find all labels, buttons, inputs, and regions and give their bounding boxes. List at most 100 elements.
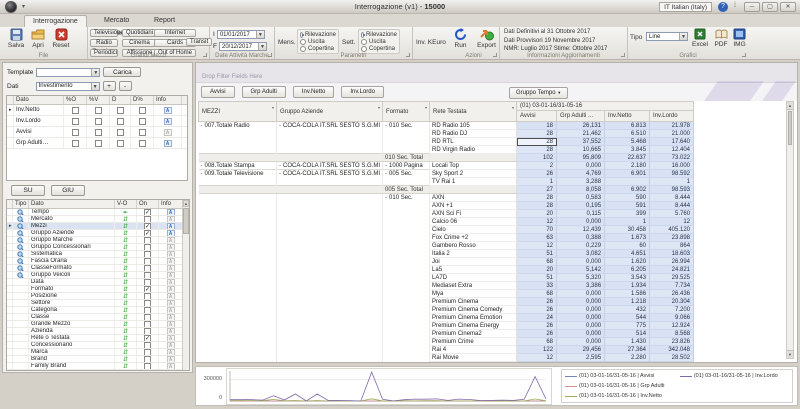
checkbox[interactable] (95, 118, 102, 125)
table-row[interactable]: Inv.LordoA (7, 116, 187, 127)
info-icon[interactable]: A (167, 293, 175, 299)
cell-avvisi[interactable]: 20 (517, 210, 557, 218)
list-item-gruppo-concessionari[interactable]: Gruppo Concessionari⇵A (7, 244, 189, 251)
info-icon[interactable]: A (164, 118, 172, 125)
chevron-down-icon[interactable]: ▾ (512, 105, 514, 110)
date-start-input[interactable]: 01/01/2017▼ (217, 30, 265, 39)
remove-dato-button[interactable]: - (119, 81, 132, 91)
checkbox[interactable] (117, 107, 124, 114)
cell-grp-adulti[interactable]: 0,000 (557, 338, 605, 346)
cell-avvisi[interactable]: 12 (517, 218, 557, 226)
collapse-icon[interactable]: - (201, 123, 203, 129)
cell-grp-adulti[interactable]: 8,058 (557, 186, 605, 194)
table-row[interactable]: Premium Cinema Emotion240,0005449.066 (199, 314, 694, 322)
info-icon[interactable]: A (167, 230, 175, 236)
cell-avvisi[interactable]: 20 (517, 266, 557, 274)
checkbox[interactable] (144, 293, 151, 299)
cell-avvisi[interactable]: 26 (517, 306, 557, 314)
cell-grp-adulti[interactable]: 95,809 (557, 154, 605, 162)
cell-inv-netto[interactable]: 1 (605, 218, 650, 226)
info-icon[interactable]: A (167, 237, 175, 243)
list-item-brand[interactable]: Brand⇵A (7, 356, 189, 363)
cell-grp-adulti[interactable]: 21,462 (557, 130, 605, 138)
table-row[interactable]: AXN Sci Fi200,1153995.760 (199, 210, 694, 218)
table-row[interactable]: Grp Adulti …A (7, 138, 187, 149)
radio-icon[interactable] (300, 46, 306, 52)
checkbox[interactable] (95, 129, 102, 136)
cell-inv-netto[interactable]: 22.637 (605, 154, 650, 162)
info-icon[interactable]: A (167, 307, 175, 313)
cell-inv-lordo[interactable]: 24.821 (650, 266, 694, 274)
checkbox[interactable] (144, 300, 151, 306)
checkbox[interactable] (144, 314, 151, 320)
cell-avvisi[interactable]: 28 (517, 194, 557, 202)
checkbox[interactable] (139, 140, 146, 147)
cell-inv-lordo[interactable]: 342.048 (650, 346, 694, 354)
cell-inv-lordo[interactable]: 20.304 (650, 298, 694, 306)
radio-icon[interactable] (361, 39, 367, 45)
list-item-gruppo-marche[interactable]: Gruppo Marche⇵A (7, 237, 189, 244)
cell-inv-lordo[interactable]: 7.734 (650, 282, 694, 290)
list-item-tempo[interactable]: Tempo↞✓A (7, 209, 189, 216)
cell-inv-lordo[interactable]: 18.603 (650, 250, 694, 258)
info-icon[interactable]: A (167, 342, 175, 348)
list-item-classeformato[interactable]: ClasseFormato⇵A (7, 265, 189, 272)
chip-avvisi[interactable]: Avvisi (201, 86, 235, 98)
cell-inv-lordo[interactable]: 8.444 (650, 202, 694, 210)
cell-inv-lordo[interactable]: 7.200 (650, 306, 694, 314)
chevron-down-icon[interactable]: ▼ (256, 31, 264, 38)
checkbox[interactable] (117, 118, 124, 125)
list-item-categoria[interactable]: Categoria⇵A (7, 307, 189, 314)
cell-inv-lordo[interactable]: 9.066 (650, 314, 694, 322)
cell-inv-netto[interactable]: 2.280 (605, 354, 650, 362)
info-icon[interactable]: A (167, 272, 175, 278)
table-row[interactable]: Premium Cinema Comedy260,0004327.200 (199, 306, 694, 314)
checkbox[interactable] (144, 321, 151, 327)
info-icon[interactable]: A (167, 244, 175, 250)
cell-avvisi[interactable]: 51 (517, 250, 557, 258)
checkbox[interactable]: ✓ (144, 335, 151, 341)
scroll-up-icon[interactable]: ▲ (787, 102, 793, 110)
table-row[interactable]: Premium Crime680,0001.43023.826 (199, 338, 694, 346)
help-icon[interactable]: ? (718, 2, 728, 12)
chevron-down-icon[interactable]: ▼ (91, 69, 99, 76)
radio-icon[interactable] (300, 39, 306, 45)
table-row[interactable]: La5205,1426.20524.821 (199, 266, 694, 274)
giu-button[interactable]: GIU (51, 185, 85, 196)
cell-grp-adulti[interactable]: 37,552 (557, 138, 605, 146)
cell-avvisi[interactable]: 28 (517, 138, 557, 146)
cell-inv-netto[interactable]: 432 (605, 306, 650, 314)
checkbox[interactable] (139, 129, 146, 136)
checkbox[interactable]: ✓ (144, 223, 151, 229)
info-icon[interactable]: A (164, 140, 172, 147)
cell-avvisi[interactable]: 1 (517, 178, 557, 186)
chevron-down-icon[interactable]: ▼ (679, 33, 687, 40)
checkbox[interactable] (144, 363, 151, 369)
close-button[interactable]: ✕ (780, 2, 796, 12)
list-item-settore[interactable]: Settore⇵A (7, 300, 189, 307)
table-row[interactable]: Italia 2513,0824.65118.603 (199, 250, 694, 258)
table-row[interactable]: -007.Totale Radio-COCA-COLA IT.SRL SESTO… (199, 122, 694, 130)
cell-grp-adulti[interactable]: 0,000 (557, 306, 605, 314)
checkbox[interactable] (144, 272, 151, 278)
tab-report[interactable]: Report (146, 15, 183, 27)
checkbox[interactable] (144, 258, 151, 264)
cell-inv-netto[interactable]: 775 (605, 322, 650, 330)
chevron-down-icon[interactable]: ▾ (425, 105, 427, 110)
cell-inv-lordo[interactable]: 5.760 (650, 210, 694, 218)
cell-grp-adulti[interactable]: 0,115 (557, 210, 605, 218)
cell-inv-netto[interactable]: 6.902 (605, 186, 650, 194)
info-icon[interactable]: A (167, 258, 175, 264)
cell-grp-adulti[interactable]: 0,000 (557, 290, 605, 298)
checkbox[interactable] (144, 265, 151, 271)
dialog-launcher-icon[interactable] (621, 53, 625, 57)
collapse-icon[interactable]: - (279, 123, 281, 129)
table-row[interactable]: 005 Sec. Total278,0586.90298.593 (199, 186, 694, 194)
pdf-button[interactable]: PDF (712, 28, 730, 53)
cell-inv-netto[interactable]: 399 (605, 210, 650, 218)
checkbox[interactable]: ✓ (144, 286, 151, 292)
cell-avvisi[interactable]: 33 (517, 282, 557, 290)
radio-icon[interactable] (361, 32, 364, 38)
radio-option-copertina[interactable]: Copertina (361, 45, 397, 52)
table-row[interactable]: RD Virgin Radio2810,6653.84512.404 (199, 146, 694, 154)
